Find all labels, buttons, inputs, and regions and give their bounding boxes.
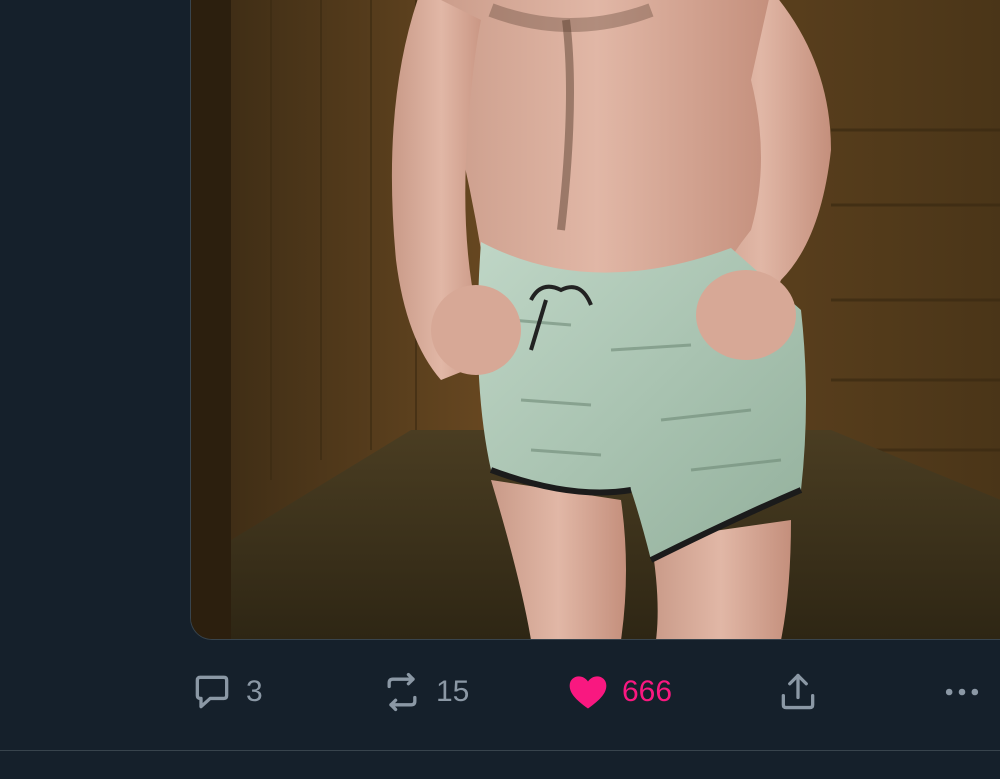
reply-icon: [195, 675, 229, 709]
reply-button[interactable]: 3: [190, 670, 263, 714]
heart-icon: [569, 676, 607, 709]
like-button[interactable]: 666: [566, 670, 672, 714]
tweet-divider: [0, 750, 1000, 751]
share-icon: [781, 673, 815, 710]
tweet-view: 3 15 666: [0, 0, 1000, 779]
retweet-icon: [387, 672, 417, 712]
tweet-photo[interactable]: [190, 0, 1000, 640]
share-button[interactable]: [776, 670, 820, 714]
photo-illustration: [191, 0, 1000, 639]
reply-count: 3: [246, 675, 263, 708]
retweet-count: 15: [436, 675, 470, 708]
retweet-button[interactable]: 15: [380, 670, 469, 714]
tweet-actions-bar: 3 15 666: [0, 662, 1000, 722]
more-options-button[interactable]: [940, 670, 984, 714]
more-icon: [945, 688, 979, 696]
like-count: 666: [622, 675, 673, 708]
